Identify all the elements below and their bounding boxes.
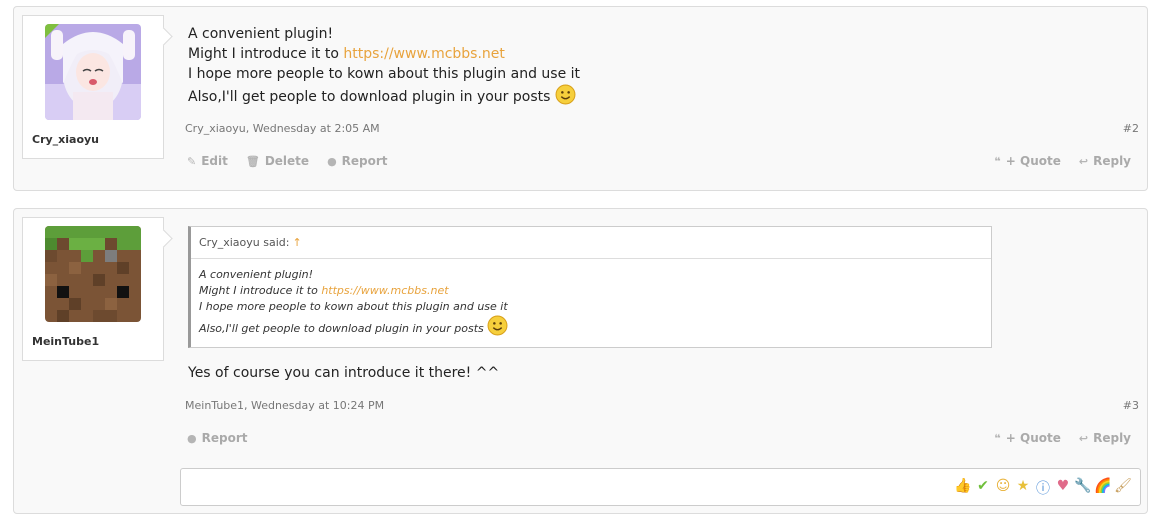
- message-body: Yes of course you can introduce it there…: [188, 365, 500, 381]
- quote-block: Cry_xiaoyu said: ↑ A convenient plugin! M…: [188, 226, 992, 348]
- reply-button[interactable]: ↩ Reply: [1079, 154, 1131, 168]
- message-line: I hope more people to kown about this pl…: [188, 66, 581, 82]
- post-number[interactable]: #2: [1123, 122, 1139, 135]
- thumbs-up-icon[interactable]: 👍: [954, 478, 972, 498]
- quote-icon: ❝: [994, 154, 1001, 168]
- reaction-bar: 👍 ✔ ☺ ★ ⓘ ♥ 🔧 🌈 🖌: [954, 478, 1132, 498]
- jump-to-quote-arrow-icon[interactable]: ↑: [292, 236, 301, 249]
- quote-line: A convenient plugin!: [199, 268, 314, 281]
- check-icon[interactable]: ✔: [974, 478, 992, 498]
- reply-icon: ↩: [1078, 154, 1089, 168]
- quote-line: I hope more people to kown about this pl…: [199, 300, 508, 313]
- edit-button[interactable]: ✎ Edit: [187, 154, 228, 168]
- minecraft-grass-block-avatar-icon: [45, 226, 141, 322]
- report-button[interactable]: ● Report: [187, 431, 247, 445]
- quote-icon: ❝: [994, 431, 1001, 445]
- quote-header: Cry_xiaoyu said: ↑: [191, 227, 991, 259]
- wrench-icon[interactable]: 🔧: [1074, 478, 1092, 498]
- message-line: Also,I'll get people to download plugin …: [188, 84, 1137, 107]
- post: MeinTube1 Cry_xiaoyu said: ↑ A convenient…: [13, 208, 1148, 514]
- quote-button[interactable]: ❝ + Quote: [994, 431, 1061, 445]
- info-icon[interactable]: ⓘ: [1034, 478, 1052, 498]
- pencil-icon: ✎: [187, 154, 197, 168]
- quote-line: Also,I'll get people to download plugin …: [199, 315, 983, 337]
- avatar[interactable]: [45, 24, 141, 120]
- message-line: Might I introduce it to https://www.mcbb…: [188, 46, 505, 62]
- reply-icon: ↩: [1078, 431, 1089, 445]
- alert-icon: ●: [327, 154, 337, 168]
- anime-avatar-icon: [45, 24, 141, 120]
- mcbbs-link[interactable]: https://www.mcbbs.net: [321, 284, 448, 297]
- user-card: MeinTube1: [22, 217, 164, 361]
- quote-button[interactable]: ❝ + Quote: [994, 154, 1061, 168]
- user-card: Cry_xiaoyu: [22, 15, 164, 159]
- post-number[interactable]: #3: [1123, 399, 1139, 412]
- alert-icon: ●: [187, 431, 197, 445]
- reply-button[interactable]: ↩ Reply: [1079, 431, 1131, 445]
- username[interactable]: Cry_xiaoyu: [32, 133, 99, 146]
- smiley-icon: [555, 84, 576, 105]
- rainbow-icon[interactable]: 🌈: [1094, 478, 1112, 498]
- post-actions-right: ❝ + Quote ↩ Reply: [994, 431, 1131, 445]
- post-actions-right: ❝ + Quote ↩ Reply: [994, 154, 1131, 168]
- username[interactable]: MeinTube1: [32, 335, 99, 348]
- trash-icon: 🗑: [245, 154, 260, 168]
- star-icon[interactable]: ★: [1014, 478, 1032, 498]
- post-actions-left: ✎ Edit 🗑 Delete ● Report: [187, 154, 388, 168]
- smile-icon[interactable]: ☺: [994, 478, 1012, 498]
- post-meta[interactable]: MeinTube1, Wednesday at 10:24 PM: [185, 399, 384, 412]
- mcbbs-link[interactable]: https://www.mcbbs.net: [343, 46, 505, 62]
- report-button[interactable]: ● Report: [327, 154, 387, 168]
- post-meta[interactable]: Cry_xiaoyu, Wednesday at 2:05 AM: [185, 122, 380, 135]
- message-line: A convenient plugin!: [188, 26, 334, 42]
- avatar[interactable]: [45, 226, 141, 322]
- delete-button[interactable]: 🗑 Delete: [246, 154, 309, 168]
- post: Cry_xiaoyu A convenient plugin! Might I …: [13, 6, 1148, 191]
- quote-body: A convenient plugin! Might I introduce i…: [191, 259, 991, 345]
- quick-reply-box[interactable]: 👍 ✔ ☺ ★ ⓘ ♥ 🔧 🌈 🖌: [180, 468, 1141, 506]
- quote-author: Cry_xiaoyu said:: [199, 236, 290, 249]
- online-indicator: [45, 24, 59, 38]
- brush-icon[interactable]: 🖌: [1114, 478, 1132, 498]
- smiley-icon: [487, 315, 508, 336]
- quote-line: Might I introduce it to https://www.mcbb…: [199, 284, 449, 297]
- post-actions-left: ● Report: [187, 431, 247, 445]
- message-body: A convenient plugin! Might I introduce i…: [188, 24, 1137, 107]
- heart-icon[interactable]: ♥: [1054, 478, 1072, 498]
